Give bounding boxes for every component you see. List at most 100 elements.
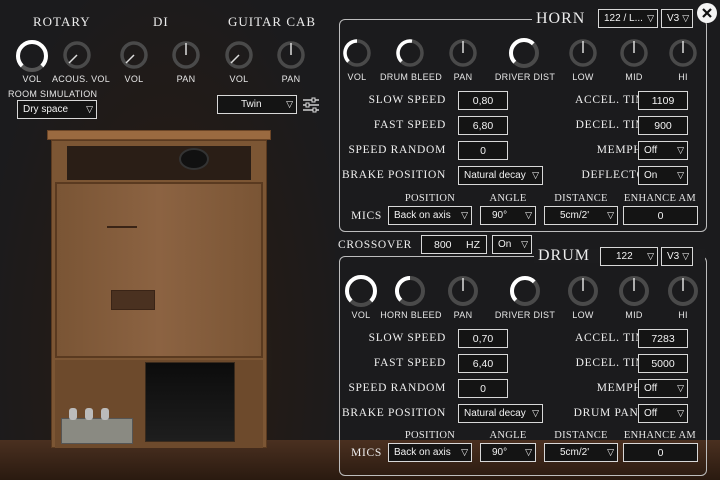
drum-horn-bleed-knob[interactable] [393, 274, 427, 308]
horn-mics-label: MICS [351, 210, 382, 222]
crossover-toggle-select[interactable]: On ▽ [492, 235, 532, 254]
horn-hi-label: HI [678, 72, 688, 82]
drum-panel-value: Off [644, 408, 658, 419]
horn-speed-random-field[interactable]: 0 [458, 141, 508, 160]
drum-title: DRUM [538, 247, 591, 264]
horn-deflector-select[interactable]: On ▽ [638, 166, 688, 185]
di-pan-knob[interactable] [171, 40, 201, 70]
horn-version-value: V3 [667, 13, 680, 24]
sliders-icon[interactable] [302, 97, 320, 113]
cab-pan-knob[interactable] [276, 40, 306, 70]
horn-slow-speed-field[interactable]: 0,80 [458, 91, 508, 110]
horn-driver-dist-knob[interactable] [508, 37, 540, 69]
drum-version-select[interactable]: V3 ▽ [661, 247, 693, 266]
horn-driver-dist-label: DRIVER DIST [494, 72, 556, 82]
di-title: DI [153, 14, 169, 29]
horn-enhance-field[interactable]: 0 [623, 206, 698, 225]
drum-memphis-select[interactable]: Off ▽ [638, 379, 688, 398]
chevron-down-icon: ▽ [677, 145, 684, 155]
drum-angle-value: 90° [492, 447, 508, 458]
horn-brake-position-value: Natural decay [464, 170, 526, 181]
chevron-down-icon: ▽ [682, 13, 690, 23]
drum-panel-select[interactable]: Off ▽ [638, 404, 688, 423]
drum-fast-speed-field[interactable]: 6,40 [458, 354, 508, 373]
crossover-unit: HZ [466, 238, 480, 251]
cab-vol-knob[interactable] [224, 40, 254, 70]
chevron-down-icon: ▽ [521, 239, 528, 249]
drum-angle-label: ANGLE [489, 430, 527, 441]
drum-low-knob[interactable] [567, 275, 599, 307]
horn-distance-value: 5cm/2' [560, 210, 590, 221]
horn-fast-speed-field[interactable]: 6,80 [458, 116, 508, 135]
crossover-field[interactable]: 800 HZ [421, 235, 487, 254]
horn-pan-knob[interactable] [448, 38, 478, 68]
drum-driver-dist-knob[interactable] [508, 274, 542, 308]
drum-brake-position-value: Natural decay [464, 408, 526, 419]
horn-mid-label: MID [625, 72, 643, 82]
drum-hi-label: HI [678, 310, 688, 320]
drum-enhance-label: ENHANCE AM [623, 430, 697, 441]
drum-memphis-value: Off [644, 383, 658, 394]
horn-decel-time-label: DECEL. TIME [575, 119, 654, 131]
drum-brake-position-label: BRAKE POSITION [341, 407, 446, 419]
drum-distance-value: 5cm/2' [560, 447, 590, 458]
drum-hi-knob[interactable] [667, 275, 699, 307]
rotary-vol-knob[interactable] [14, 38, 50, 74]
horn-slow-speed-label: SLOW SPEED [368, 94, 446, 106]
di-vol-knob[interactable] [119, 40, 149, 70]
drum-slow-speed-label: SLOW SPEED [368, 332, 446, 344]
cab-select[interactable]: Twin ▽ [217, 95, 297, 114]
chevron-down-icon: ▽ [677, 383, 684, 393]
horn-memphis-select[interactable]: Off ▽ [638, 141, 688, 160]
chevron-down-icon: ▽ [461, 210, 468, 220]
drum-speed-random-label: SPEED RANDOM [348, 382, 446, 394]
chevron-down-icon: ▽ [682, 251, 690, 261]
drum-distance-select[interactable]: 5cm/2' ▽ [544, 443, 618, 462]
horn-drum-bleed-knob[interactable] [395, 38, 425, 68]
room-simulation-label: ROOM SIMULATION [8, 89, 98, 99]
di-vol-label: VOL [124, 74, 144, 84]
guitar-cab-title: GUITAR CAB [228, 14, 317, 29]
drum-pan-knob[interactable] [447, 275, 479, 307]
horn-preset-select[interactable]: 122 / L... ▽ [598, 9, 658, 28]
horn-low-knob[interactable] [568, 38, 598, 68]
chevron-down-icon: ▽ [607, 447, 614, 457]
drum-mid-label: MID [625, 310, 643, 320]
horn-mid-knob[interactable] [619, 38, 649, 68]
drum-speed-random-field[interactable]: 0 [458, 379, 508, 398]
drum-low-label: LOW [572, 310, 594, 320]
drum-position-select[interactable]: Back on axis ▽ [388, 443, 472, 462]
horn-position-value: Back on axis [394, 210, 451, 221]
drum-vol-knob[interactable] [343, 273, 379, 309]
crossover-toggle-value: On [498, 239, 512, 250]
drum-mid-knob[interactable] [618, 275, 650, 307]
horn-accel-time-field[interactable]: 1109 [638, 91, 688, 110]
drum-horn-bleed-label: HORN BLEED [380, 310, 442, 320]
horn-distance-select[interactable]: 5cm/2' ▽ [544, 206, 618, 225]
horn-position-select[interactable]: Back on axis ▽ [388, 206, 472, 225]
drum-preset-select[interactable]: 122 ▽ [600, 247, 658, 266]
drum-slow-speed-field[interactable]: 0,70 [458, 329, 508, 348]
horn-deflector-value: On [644, 170, 658, 181]
drum-memphis-label: MEMPHIS [596, 382, 654, 394]
drum-mics-label: MICS [351, 447, 382, 459]
drum-position-label: POSITION [404, 430, 456, 441]
acoustic-vol-label: ACOUS. VOL [51, 74, 110, 84]
chevron-down-icon: ▽ [677, 408, 684, 418]
horn-version-select[interactable]: V3 ▽ [661, 9, 693, 28]
drum-accel-time-field[interactable]: 7283 [638, 329, 688, 348]
leslie-cabinet [47, 130, 271, 450]
horn-angle-select[interactable]: 90° ▽ [480, 206, 536, 225]
room-simulation-select[interactable]: Dry space ▽ [17, 100, 97, 119]
horn-decel-time-field[interactable]: 900 [638, 116, 688, 135]
drum-enhance-field[interactable]: 0 [623, 443, 698, 462]
drum-angle-select[interactable]: 90° ▽ [480, 443, 536, 462]
acoustic-vol-knob[interactable] [62, 40, 92, 70]
chevron-down-icon: ▽ [525, 447, 532, 457]
chevron-down-icon: ▽ [647, 251, 654, 261]
close-icon[interactable] [696, 2, 718, 24]
horn-preset-value: 122 / L... [604, 13, 643, 24]
horn-vol-knob[interactable] [342, 38, 372, 68]
horn-hi-knob[interactable] [668, 38, 698, 68]
drum-decel-time-field[interactable]: 5000 [638, 354, 688, 373]
